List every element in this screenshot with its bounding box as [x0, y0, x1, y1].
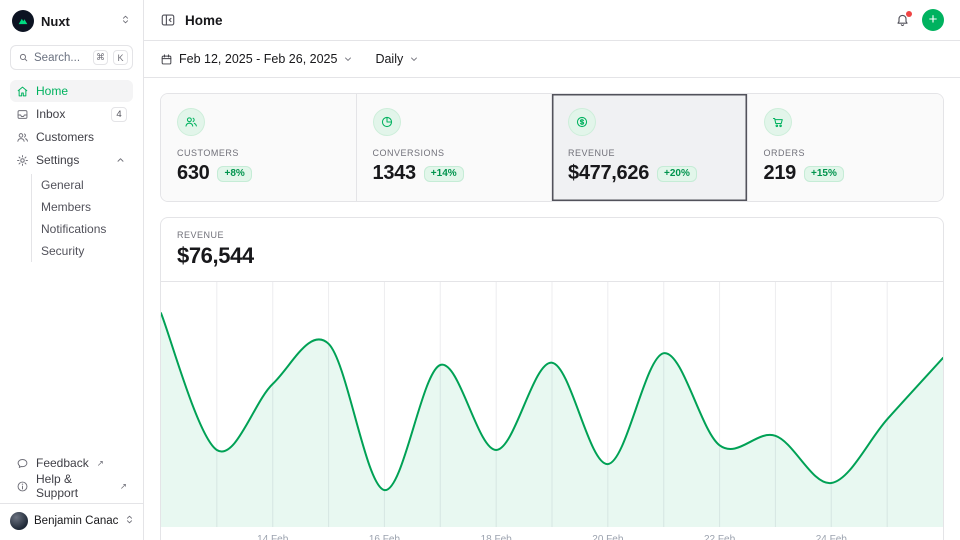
avatar	[10, 512, 28, 530]
users-icon	[177, 108, 205, 136]
workspace-switcher[interactable]: Nuxt	[0, 0, 143, 36]
dollar-circle-icon	[568, 108, 596, 136]
delta-badge: +15%	[804, 166, 844, 182]
stat-label: CONVERSIONS	[373, 148, 536, 158]
feedback-link[interactable]: Feedback ↗	[10, 452, 133, 474]
info-circle-icon	[16, 480, 29, 493]
collapse-sidebar-button[interactable]	[160, 12, 176, 28]
external-link-icon: ↗	[97, 458, 104, 469]
x-tick-label: 18 Feb	[481, 534, 512, 540]
delta-badge: +14%	[424, 166, 464, 182]
user-menu[interactable]: Benjamin Canac	[0, 503, 143, 540]
stat-card-customers[interactable]: CUSTOMERS 630 +8%	[161, 94, 357, 201]
sidebar-item-home[interactable]: Home	[10, 80, 133, 102]
stats-row: CUSTOMERS 630 +8% CONVERSIONS 1343 +14%	[160, 93, 944, 202]
x-axis-labels: 14 Feb 16 Feb 18 Feb 20 Feb 22 Feb 24 Feb	[161, 527, 943, 540]
users-icon	[16, 131, 29, 144]
page-header: Home +	[144, 0, 960, 41]
chevron-down-icon	[409, 54, 419, 64]
page-title: Home	[185, 13, 223, 28]
sidebar-nav: Home Inbox 4 Customers Settings General	[0, 80, 143, 262]
stat-label: ORDERS	[764, 148, 928, 158]
stat-value: 219	[764, 162, 796, 185]
chat-bubble-icon	[16, 457, 29, 470]
plus-icon: +	[929, 12, 938, 27]
sidebar-footer: Feedback ↗ Help & Support ↗	[0, 452, 143, 503]
delta-badge: +8%	[217, 166, 251, 182]
filters-toolbar: Feb 12, 2025 - Feb 26, 2025 Daily	[144, 41, 960, 78]
external-link-icon: ↗	[120, 481, 127, 492]
sidebar-item-settings[interactable]: Settings	[10, 149, 133, 171]
x-tick-label: 24 Feb	[816, 534, 847, 540]
user-name: Benjamin Canac	[34, 515, 118, 527]
delta-badge: +20%	[657, 166, 697, 182]
sidebar-item-security[interactable]: Security	[41, 240, 133, 262]
chevron-up-icon	[114, 155, 127, 165]
search-placeholder: Search...	[34, 52, 88, 64]
x-tick-label: 20 Feb	[592, 534, 623, 540]
chevron-updown-icon	[120, 12, 131, 30]
chart-header: REVENUE $76,544	[161, 218, 943, 282]
notification-dot	[906, 11, 912, 17]
kbd-cmd: ⌘	[93, 50, 108, 65]
stat-label: REVENUE	[568, 148, 731, 158]
stat-value: $477,626	[568, 162, 649, 185]
sidebar-item-inbox[interactable]: Inbox 4	[10, 103, 133, 125]
sidebar-item-members[interactable]: Members	[41, 196, 133, 218]
sidebar-item-customers[interactable]: Customers	[10, 126, 133, 148]
dashboard-app: Nuxt Search... ⌘ K Home Inbox 4 Cust	[0, 0, 960, 540]
search-icon	[18, 52, 29, 63]
stat-card-revenue[interactable]: REVENUE $477,626 +20%	[552, 94, 748, 201]
x-tick-label: 16 Feb	[369, 534, 400, 540]
help-support-link[interactable]: Help & Support ↗	[10, 475, 133, 497]
sidebar-item-notifications[interactable]: Notifications	[41, 218, 133, 240]
content-area: CUSTOMERS 630 +8% CONVERSIONS 1343 +14%	[144, 78, 960, 540]
chevron-down-icon	[343, 54, 353, 64]
x-tick-label: 22 Feb	[704, 534, 735, 540]
add-button[interactable]: +	[922, 9, 944, 31]
revenue-area-chart[interactable]	[161, 282, 943, 527]
cart-icon	[764, 108, 792, 136]
stat-value: 630	[177, 162, 209, 185]
inbox-count-badge: 4	[111, 107, 127, 122]
notifications-button[interactable]	[895, 13, 910, 28]
inbox-icon	[16, 108, 29, 121]
main-panel: Home + Feb 12, 2025 - Feb 26, 2025 Daily	[144, 0, 960, 540]
chart-metric-value: $76,544	[177, 243, 927, 269]
revenue-chart-card: REVENUE $76,544 14 Feb 16 Feb 18 Feb 20 Feb…	[160, 217, 944, 540]
settings-submenu: General Members Notifications Security	[31, 174, 133, 262]
sidebar: Nuxt Search... ⌘ K Home Inbox 4 Cust	[0, 0, 144, 540]
granularity-select[interactable]: Daily	[375, 52, 419, 66]
nuxt-logo-icon	[12, 10, 34, 32]
stat-card-conversions[interactable]: CONVERSIONS 1343 +14%	[357, 94, 553, 201]
stat-card-orders[interactable]: ORDERS 219 +15%	[748, 94, 944, 201]
kbd-k: K	[113, 50, 128, 65]
stat-value: 1343	[373, 162, 416, 185]
pie-chart-icon	[373, 108, 401, 136]
search-input[interactable]: Search... ⌘ K	[10, 45, 133, 70]
workspace-name: Nuxt	[41, 14, 70, 29]
x-tick-label: 14 Feb	[257, 534, 288, 540]
chevron-updown-icon	[124, 512, 135, 530]
sidebar-item-general[interactable]: General	[41, 174, 133, 196]
date-range-picker[interactable]: Feb 12, 2025 - Feb 26, 2025	[160, 52, 353, 66]
stat-label: CUSTOMERS	[177, 148, 340, 158]
chart-metric-label: REVENUE	[177, 230, 927, 240]
panel-left-icon	[160, 12, 176, 28]
gear-icon	[16, 154, 29, 167]
calendar-icon	[160, 53, 173, 66]
home-icon	[16, 85, 29, 98]
